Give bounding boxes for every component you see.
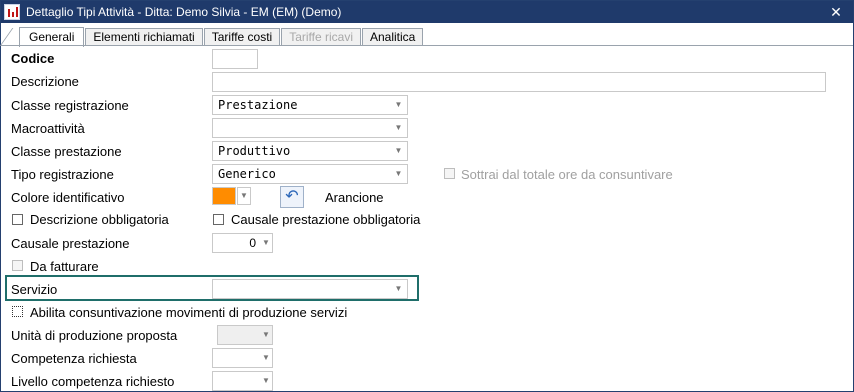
chevron-down-icon[interactable]: ▼ bbox=[237, 187, 251, 205]
tab-strip: Generali Elementi richiamati Tariffe cos… bbox=[5, 26, 424, 47]
servizio-label: Servizio bbox=[11, 282, 58, 297]
classe-prestazione-select[interactable]: Produttivo ▼ bbox=[212, 141, 408, 161]
classe-prestazione-label: Classe prestazione bbox=[11, 144, 122, 159]
livello-competenza-label: Livello competenza richiesto bbox=[11, 374, 175, 389]
tab-elementi-richiamati[interactable]: Elementi richiamati bbox=[85, 28, 203, 46]
close-icon[interactable]: ✕ bbox=[819, 1, 853, 23]
macroattivita-select[interactable]: ▼ bbox=[212, 118, 408, 138]
da-fatturare-checkbox bbox=[12, 260, 23, 271]
causale-prestazione-stepper[interactable]: 0 ▼ bbox=[212, 233, 273, 253]
dialog-window: Dettaglio Tipi Attività - Ditta: Demo Si… bbox=[0, 0, 854, 392]
competenza-richiesta-select[interactable]: ▼ bbox=[212, 348, 273, 368]
window-title: Dettaglio Tipi Attività - Ditta: Demo Si… bbox=[26, 5, 342, 19]
app-chart-icon bbox=[4, 4, 20, 20]
chevron-down-icon[interactable]: ▼ bbox=[390, 165, 407, 183]
da-fatturare-label: Da fatturare bbox=[30, 259, 99, 274]
descrizione-obbligatoria-label: Descrizione obbligatoria bbox=[30, 212, 169, 227]
tab-analitica[interactable]: Analitica bbox=[362, 28, 424, 46]
abilita-consuntivazione-checkbox[interactable] bbox=[12, 306, 23, 317]
color-swatch[interactable] bbox=[212, 187, 236, 205]
causale-prestazione-label: Causale prestazione bbox=[11, 236, 130, 251]
color-name-text: Arancione bbox=[325, 190, 384, 205]
chevron-down-icon[interactable]: ▼ bbox=[390, 96, 407, 114]
chevron-down-icon[interactable]: ▼ bbox=[260, 234, 272, 252]
chevron-down-icon[interactable]: ▼ bbox=[390, 280, 407, 298]
macroattivita-label: Macroattività bbox=[11, 121, 85, 136]
unita-produzione-select: ▼ bbox=[217, 325, 273, 345]
chevron-down-icon[interactable]: ▼ bbox=[390, 142, 407, 160]
tipo-registrazione-select[interactable]: Generico ▼ bbox=[212, 164, 408, 184]
abilita-consuntivazione-label: Abilita consuntivazione movimenti di pro… bbox=[30, 305, 348, 320]
competenza-richiesta-label: Competenza richiesta bbox=[11, 351, 137, 366]
colore-label: Colore identificativo bbox=[11, 190, 125, 205]
causale-obbligatoria-checkbox[interactable] bbox=[213, 214, 224, 225]
tab-generali[interactable]: Generali bbox=[19, 27, 85, 47]
tab-divider bbox=[1, 45, 853, 46]
chevron-down-icon[interactable]: ▼ bbox=[260, 349, 272, 367]
classe-registrazione-label: Classe registrazione bbox=[11, 98, 129, 113]
codice-label: Codice bbox=[11, 51, 55, 66]
tipo-registrazione-label: Tipo registrazione bbox=[11, 167, 114, 182]
classe-registrazione-select[interactable]: Prestazione ▼ bbox=[212, 95, 408, 115]
sottrai-label: Sottrai dal totale ore da consuntivare bbox=[461, 167, 673, 182]
title-bar: Dettaglio Tipi Attività - Ditta: Demo Si… bbox=[1, 1, 853, 23]
sottrai-checkbox bbox=[444, 168, 455, 179]
servizio-select[interactable]: ▼ bbox=[212, 279, 408, 299]
descrizione-label: Descrizione bbox=[11, 74, 79, 89]
chevron-down-icon: ▼ bbox=[262, 330, 270, 339]
descrizione-obbligatoria-checkbox[interactable] bbox=[12, 214, 23, 225]
tab-tariffe-costi[interactable]: Tariffe costi bbox=[203, 28, 281, 46]
descrizione-input[interactable] bbox=[212, 72, 826, 92]
codice-input[interactable] bbox=[212, 49, 258, 69]
chevron-down-icon[interactable]: ▼ bbox=[390, 119, 407, 137]
tab-tariffe-ricavi: Tariffe ricavi bbox=[281, 28, 361, 46]
chevron-down-icon[interactable]: ▼ bbox=[260, 372, 272, 390]
causale-obbligatoria-label: Causale prestazione obbligatoria bbox=[231, 212, 421, 227]
unita-produzione-label: Unità di produzione proposta bbox=[11, 328, 178, 343]
undo-icon[interactable]: ↶ bbox=[280, 186, 304, 208]
livello-competenza-select[interactable]: ▼ bbox=[212, 371, 273, 391]
